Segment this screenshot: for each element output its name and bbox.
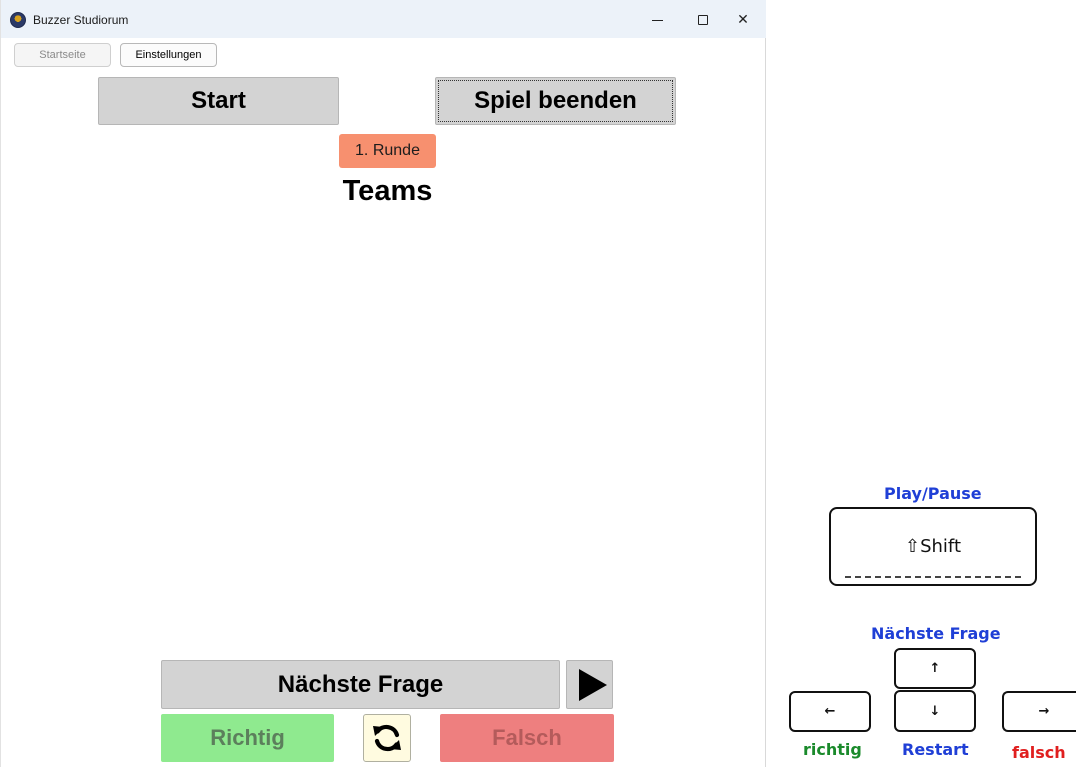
left-arrow-key: ← [789, 691, 871, 732]
play-icon [578, 668, 607, 701]
play-button[interactable] [566, 660, 613, 709]
window-title: Buzzer Studiorum [33, 13, 129, 27]
close-icon[interactable]: ✕ [729, 8, 757, 32]
down-arrow-icon: ↓ [929, 703, 941, 719]
refresh-button[interactable] [363, 714, 411, 762]
shift-key-label: ⇧Shift [905, 536, 961, 557]
minimize-icon[interactable] [643, 8, 671, 32]
next-question-button[interactable]: Nächste Frage [161, 660, 560, 709]
startseite-button[interactable]: Startseite [14, 43, 111, 67]
correct-button[interactable]: Richtig [161, 714, 334, 762]
refresh-icon [373, 724, 401, 752]
legend-next-question-label: Nächste Frage [871, 624, 1001, 643]
title-bar[interactable]: Buzzer Studiorum ✕ [1, 0, 766, 38]
app-window: Buzzer Studiorum ✕ Startseite Einstellun… [0, 0, 766, 767]
shift-key: ⇧Shift [829, 507, 1037, 586]
up-arrow-icon: ↑ [929, 661, 941, 676]
left-arrow-icon: ← [824, 704, 836, 719]
start-button[interactable]: Start [98, 77, 339, 125]
legend-play-pause-label: Play/Pause [884, 484, 982, 503]
maximize-icon[interactable] [689, 8, 717, 32]
wrong-button[interactable]: Falsch [440, 714, 614, 762]
teams-heading: Teams [342, 175, 433, 207]
legend-restart-label: Restart [902, 740, 969, 759]
end-game-button[interactable]: Spiel beenden [435, 77, 676, 125]
einstellungen-button[interactable]: Einstellungen [120, 43, 217, 67]
down-arrow-key: ↓ [894, 690, 976, 732]
up-arrow-key: ↑ [894, 648, 976, 689]
legend-falsch-label: falsch [1012, 743, 1066, 762]
app-logo-icon [10, 12, 26, 28]
legend-richtig-label: richtig [803, 740, 862, 759]
right-arrow-icon: → [1038, 704, 1050, 719]
right-arrow-key: → [1002, 691, 1076, 732]
round-badge: 1. Runde [339, 134, 436, 168]
